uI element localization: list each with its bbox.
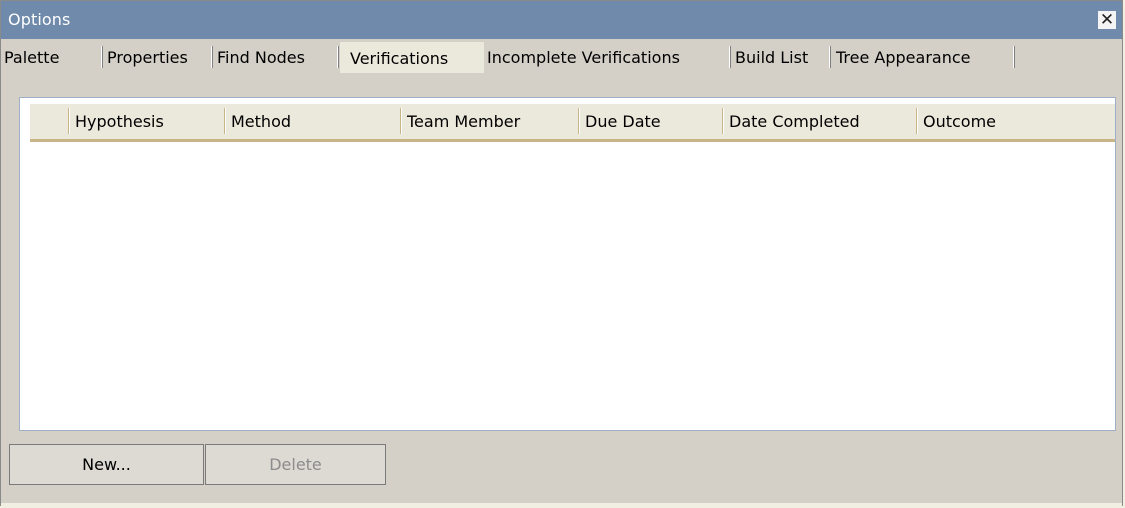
column-label: Hypothesis [75,112,164,131]
column-separator [722,108,724,134]
column-header-outcome[interactable]: Outcome [916,104,1115,139]
tab-label: Find Nodes [217,48,305,67]
window-bottom-edge [1,503,1122,507]
column-separator [916,108,918,134]
column-label: Date Completed [729,112,860,131]
column-label: Method [231,112,292,131]
column-header-date-completed[interactable]: Date Completed [722,104,916,139]
tab-palette[interactable]: Palette [2,44,103,71]
tab-label: Properties [107,48,188,67]
tab-separator [729,46,731,68]
tab-properties[interactable]: Properties [105,44,213,71]
tab-bar: Palette Properties Find Nodes Verificati… [1,39,1122,91]
tab-label: Tree Appearance [836,48,971,67]
tab-incomplete-verifications[interactable]: Incomplete Verifications [485,44,731,71]
tab-tree-appearance[interactable]: Tree Appearance [834,44,1015,71]
column-separator [68,108,70,134]
column-header-method[interactable]: Method [224,104,400,139]
column-label: Team Member [407,112,521,131]
column-separator [400,108,402,134]
new-button[interactable]: New... [9,444,204,485]
options-window: Options ✕ Palette Properties Find Nodes … [0,0,1123,507]
column-header-due-date[interactable]: Due Date [578,104,722,139]
column-header-team-member[interactable]: Team Member [400,104,578,139]
tab-label: Build List [735,48,809,67]
column-separator [224,108,226,134]
tab-separator [829,46,831,68]
column-label: Outcome [923,112,997,131]
tab-separator [1013,46,1015,68]
close-icon[interactable]: ✕ [1098,11,1116,29]
window-title: Options [8,10,71,29]
delete-button[interactable]: Delete [205,444,386,485]
tab-label: Verifications [350,49,449,68]
tab-separator [337,46,339,68]
tab-separator [101,46,103,68]
tab-label: Incomplete Verifications [487,48,680,67]
verifications-list[interactable]: Hypothesis Method Team Member Due Date D… [19,97,1116,431]
tab-verifications[interactable]: Verifications [340,42,484,73]
tab-separator [211,46,213,68]
column-separator [578,108,580,134]
tab-find-nodes[interactable]: Find Nodes [215,44,339,71]
tab-build-list[interactable]: Build List [733,44,831,71]
tab-label: Palette [4,48,60,67]
list-header: Hypothesis Method Team Member Due Date D… [30,104,1115,142]
title-bar[interactable]: Options ✕ [1,1,1122,39]
column-label: Due Date [585,112,661,131]
column-header-hypothesis[interactable]: Hypothesis [68,104,224,139]
